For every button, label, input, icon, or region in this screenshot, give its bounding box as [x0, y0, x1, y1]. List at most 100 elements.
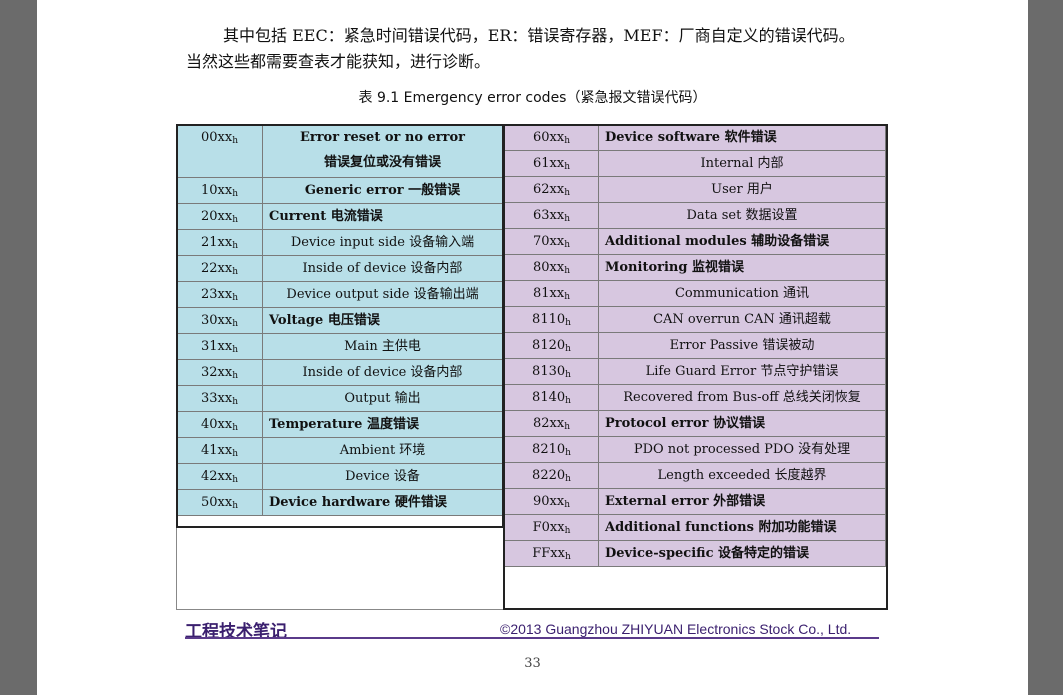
description-cell: Inside of device 设备内部	[262, 255, 503, 282]
table-row: 20xxh Current 电流错误	[176, 203, 503, 230]
table-row: 8120h Error Passive 错误被动	[504, 332, 886, 359]
table-row: 62xxh User 用户	[504, 176, 886, 203]
error-code-table-right: 60xxh Device software 软件错误 61xxh Interna…	[504, 124, 886, 567]
table-row: 8140h Recovered from Bus-off 总线关闭恢复	[504, 384, 886, 411]
description-cell: Generic error 一般错误	[262, 177, 503, 204]
code-cell: 42xxh	[176, 463, 263, 490]
description-cell: CAN overrun CAN 通讯超载	[598, 306, 886, 333]
table-row: 22xxh Inside of device 设备内部	[176, 255, 503, 282]
code-cell: 30xxh	[176, 307, 263, 334]
code-cell: 8210h	[504, 436, 599, 463]
code-cell: 61xxh	[504, 150, 599, 177]
table-row: 33xxh Output 输出	[176, 385, 503, 412]
description-cell: Inside of device 设备内部	[262, 359, 503, 386]
table-row: 40xxh Temperature 温度错误	[176, 411, 503, 438]
footer-divider	[185, 637, 879, 639]
description-cell: Communication 通讯	[598, 280, 886, 307]
description-cell: External error 外部错误	[598, 488, 886, 515]
description-cell: Length exceeded 长度越界	[598, 462, 886, 489]
description-cell: Life Guard Error 节点守护错误	[598, 358, 886, 385]
description-cell: Current 电流错误	[262, 203, 503, 230]
code-cell: 8220h	[504, 462, 599, 489]
table-row: 60xxh Device software 软件错误	[504, 124, 886, 151]
description-cell: Ambient 环境	[262, 437, 503, 464]
table-row: 61xxh Internal 内部	[504, 150, 886, 177]
code-cell: 40xxh	[176, 411, 263, 438]
table-row: 42xxh Device 设备	[176, 463, 503, 490]
description-cell: Error Passive 错误被动	[598, 332, 886, 359]
description-cell: Main 主供电	[262, 333, 503, 360]
table-row: 31xxh Main 主供电	[176, 333, 503, 360]
table-row: 8220h Length exceeded 长度越界	[504, 462, 886, 489]
code-cell: 21xxh	[176, 229, 263, 256]
description-cell: Device software 软件错误	[598, 124, 886, 151]
viewer-left-margin	[0, 0, 37, 695]
table-row: 30xxh Voltage 电压错误	[176, 307, 503, 334]
code-cell: 00xxh	[176, 124, 263, 178]
document-page: 其中包括 EEC：紧急时间错误代码，ER：错误寄存器，MEF：厂商自定义的错误代…	[37, 0, 1028, 695]
code-cell: 90xxh	[504, 488, 599, 515]
description-cell: Protocol error 协议错误	[598, 410, 886, 437]
description-cell: Output 输出	[262, 385, 503, 412]
code-cell: 50xxh	[176, 489, 263, 516]
description-cell: Voltage 电压错误	[262, 307, 503, 334]
table-row: 8130h Life Guard Error 节点守护错误	[504, 358, 886, 385]
table-caption: 表 9.1 Emergency error codes（紧急报文错误代码）	[358, 90, 707, 106]
table-row: 23xxh Device output side 设备输出端	[176, 281, 503, 308]
description-cell: Recovered from Bus-off 总线关闭恢复	[598, 384, 886, 411]
description-cell: Data set 数据设置	[598, 202, 886, 229]
code-cell: 23xxh	[176, 281, 263, 308]
code-cell: 41xxh	[176, 437, 263, 464]
description-cell: Internal 内部	[598, 150, 886, 177]
table-row: 82xxh Protocol error 协议错误	[504, 410, 886, 437]
error-code-table-left: 00xxh Error reset or no error 错误复位或没有错误 1…	[176, 124, 503, 516]
table-row: 80xxh Monitoring 监视错误	[504, 254, 886, 281]
viewer-right-margin	[1028, 0, 1063, 695]
code-cell: 82xxh	[504, 410, 599, 437]
code-cell: 32xxh	[176, 359, 263, 386]
code-cell: 10xxh	[176, 177, 263, 204]
description-cell: Device output side 设备输出端	[262, 281, 503, 308]
code-cell: 62xxh	[504, 176, 599, 203]
footer-copyright: ©2013 Guangzhou ZHIYUAN Electronics Stoc…	[500, 621, 852, 637]
page-number: 33	[524, 656, 541, 671]
description-cell: User 用户	[598, 176, 886, 203]
code-cell: 8140h	[504, 384, 599, 411]
description-cell: Temperature 温度错误	[262, 411, 503, 438]
description-cell: Device input side 设备输入端	[262, 229, 503, 256]
code-cell: F0xxh	[504, 514, 599, 541]
table-row: FFxxh Device-specific 设备特定的错误	[504, 540, 886, 567]
table-row: 21xxh Device input side 设备输入端	[176, 229, 503, 256]
description-cell: Device-specific 设备特定的错误	[598, 540, 886, 567]
code-cell: 70xxh	[504, 228, 599, 255]
code-cell: 60xxh	[504, 124, 599, 151]
code-cell: 22xxh	[176, 255, 263, 282]
table-row: 10xxh Generic error 一般错误	[176, 177, 503, 204]
code-cell: 80xxh	[504, 254, 599, 281]
table-row: 00xxh Error reset or no error 错误复位或没有错误	[176, 124, 503, 178]
description-cell: Device hardware 硬件错误	[262, 489, 503, 516]
table-row: 8110h CAN overrun CAN 通讯超载	[504, 306, 886, 333]
code-cell: 31xxh	[176, 333, 263, 360]
description-cell: Additional functions 附加功能错误	[598, 514, 886, 541]
table-row: 8210h PDO not processed PDO 没有处理	[504, 436, 886, 463]
description-cell: Monitoring 监视错误	[598, 254, 886, 281]
paragraph-line-1: 其中包括 EEC：紧急时间错误代码，ER：错误寄存器，MEF：厂商自定义的错误代…	[223, 26, 855, 45]
table-row: F0xxh Additional functions 附加功能错误	[504, 514, 886, 541]
table-row: 63xxh Data set 数据设置	[504, 202, 886, 229]
table-row: 81xxh Communication 通讯	[504, 280, 886, 307]
table-row: 41xxh Ambient 环境	[176, 437, 503, 464]
code-cell: 8130h	[504, 358, 599, 385]
table-row: 70xxh Additional modules 辅助设备错误	[504, 228, 886, 255]
code-cell: 8120h	[504, 332, 599, 359]
description-cell: Additional modules 辅助设备错误	[598, 228, 886, 255]
paragraph-line-2: 当然这些都需要查表才能获知，进行诊断。	[186, 52, 491, 71]
description-cell: Error reset or no error 错误复位或没有错误	[262, 124, 503, 178]
code-cell: 20xxh	[176, 203, 263, 230]
code-cell: 33xxh	[176, 385, 263, 412]
description-cell: PDO not processed PDO 没有处理	[598, 436, 886, 463]
code-cell: 63xxh	[504, 202, 599, 229]
description-cell: Device 设备	[262, 463, 503, 490]
table-row: 32xxh Inside of device 设备内部	[176, 359, 503, 386]
table-row: 50xxh Device hardware 硬件错误	[176, 489, 503, 516]
